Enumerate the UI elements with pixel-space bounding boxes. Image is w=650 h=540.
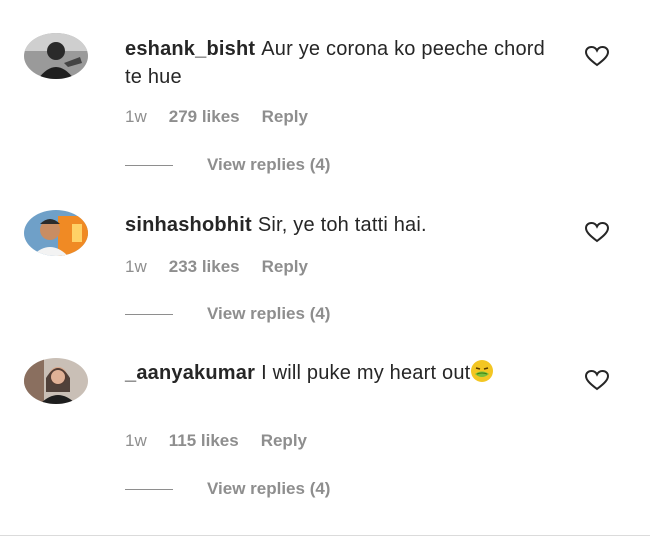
reply-button[interactable]: Reply	[261, 431, 307, 451]
username[interactable]: sinhashobhit	[125, 214, 252, 236]
username[interactable]: eshank_bisht	[125, 38, 255, 60]
nauseated-face-emoji-icon	[471, 360, 494, 382]
view-replies-label: View replies (4)	[207, 155, 331, 174]
avatar[interactable]	[24, 210, 88, 256]
likes-count[interactable]: 115 likes	[169, 431, 239, 451]
comment-body: Sir, ye toh tatti hai.	[257, 214, 427, 236]
likes-count[interactable]: 233 likes	[169, 257, 240, 277]
view-replies-label: View replies (4)	[207, 304, 331, 323]
like-heart-icon[interactable]	[584, 221, 610, 243]
avatar[interactable]	[24, 358, 88, 404]
like-heart-icon[interactable]	[584, 369, 610, 391]
view-replies-label: View replies (4)	[207, 479, 331, 498]
replies-divider	[125, 313, 173, 315]
username[interactable]: _aanyakumar	[125, 362, 255, 384]
comment-age[interactable]: 1w	[125, 107, 147, 127]
likes-count[interactable]: 279 likes	[169, 107, 240, 127]
reply-button[interactable]: Reply	[262, 257, 308, 277]
view-replies-button[interactable]: View replies (4)	[125, 479, 330, 499]
comment-meta: 1w 279 likes Reply	[125, 107, 308, 127]
comment-meta: 1w 233 likes Reply	[125, 257, 308, 277]
replies-divider	[125, 164, 173, 166]
view-replies-button[interactable]: View replies (4)	[125, 155, 330, 175]
comment-body: I will puke my heart out	[261, 362, 471, 384]
comment-text: _aanyakumar I will puke my heart out	[125, 359, 565, 387]
view-replies-button[interactable]: View replies (4)	[125, 304, 330, 324]
replies-divider	[125, 488, 173, 490]
comment-text: eshank_bisht Aur ye corona ko peeche chor…	[125, 35, 565, 91]
comment-age[interactable]: 1w	[125, 257, 147, 277]
bottom-divider	[0, 535, 650, 536]
comment-age[interactable]: 1w	[125, 431, 147, 451]
like-heart-icon[interactable]	[584, 45, 610, 67]
comment-meta: 1w 115 likes Reply	[125, 431, 307, 451]
comment-text: sinhashobhit Sir, ye toh tatti hai.	[125, 211, 565, 239]
avatar[interactable]	[24, 33, 88, 79]
reply-button[interactable]: Reply	[262, 107, 308, 127]
